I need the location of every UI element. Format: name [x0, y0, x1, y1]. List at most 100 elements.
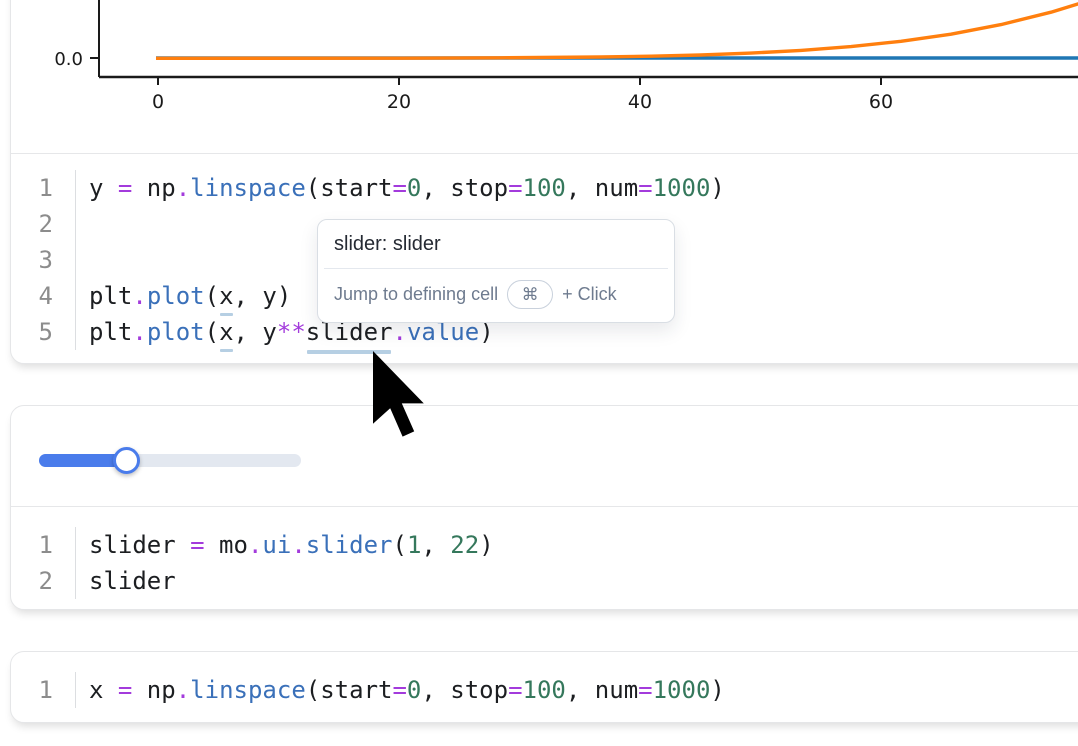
line-chart: 0.0 0204060	[11, 0, 1078, 153]
click-hint-label: + Click	[562, 284, 617, 305]
code-token: )	[710, 174, 724, 202]
code-token: 100	[523, 174, 566, 202]
code-token: 0	[407, 676, 421, 704]
svg-text:0: 0	[152, 91, 164, 113]
marimo-notebook: { "app": {"kind": "marimo reactive noteb…	[0, 0, 1078, 746]
code-token: , num	[566, 174, 638, 202]
jump-to-defining-cell-action[interactable]: Jump to defining cell ⌘ + Click	[318, 269, 674, 322]
code-token: ui	[262, 531, 291, 559]
code-token: plot	[147, 282, 205, 310]
series-orange-curve	[156, 0, 1078, 58]
line-number: 2	[11, 563, 75, 599]
slider-widget[interactable]	[39, 454, 301, 467]
code-token: , y)	[234, 282, 292, 310]
code-token: =	[392, 174, 406, 202]
code-token	[103, 676, 117, 704]
code-token[interactable]: x	[219, 314, 233, 350]
code-token: slider	[89, 567, 176, 595]
code-token: (start	[306, 676, 393, 704]
code-token: mo	[205, 531, 248, 559]
code-token: y	[89, 174, 103, 202]
x-tick-labels: 0204060	[152, 91, 893, 113]
line-number: 2	[11, 206, 75, 242]
code-token: (start	[306, 174, 393, 202]
code-lines: x = np.linspace(start=0, stop=100, num=1…	[76, 672, 725, 708]
mouse-cursor-icon	[373, 351, 425, 439]
code-token: =	[508, 174, 522, 202]
code-token: x	[89, 676, 103, 704]
line-number: 1	[11, 527, 75, 563]
code-token: =	[190, 531, 204, 559]
code-token: 0	[407, 174, 421, 202]
cmd-key-badge: ⌘	[507, 280, 553, 309]
code-token: np	[132, 174, 175, 202]
code-lines: slider = mo.ui.slider(1, 22)slider	[76, 527, 494, 599]
code-token: **	[277, 318, 306, 346]
line-number: 3	[11, 242, 75, 278]
code-token: linspace	[190, 174, 306, 202]
code-token: , stop	[421, 676, 508, 704]
line-number: 5	[11, 314, 75, 350]
code-editor[interactable]: 12 slider = mo.ui.slider(1, 22)slider	[11, 507, 1078, 611]
jump-action-label: Jump to defining cell	[334, 284, 498, 305]
code-token: .	[176, 676, 190, 704]
code-token: =	[638, 676, 652, 704]
code-token: , y	[234, 318, 277, 346]
slider-thumb[interactable]	[113, 447, 140, 474]
code-token: =	[508, 676, 522, 704]
code-token: .	[132, 282, 146, 310]
code-token: .	[248, 531, 262, 559]
cell-x-definition: 1 x = np.linspace(start=0, stop=100, num…	[10, 651, 1078, 723]
line-number: 1	[11, 170, 75, 206]
svg-text:20: 20	[387, 91, 411, 113]
svg-text:40: 40	[628, 91, 652, 113]
code-token: plt	[89, 318, 132, 346]
code-token: 1	[407, 531, 421, 559]
y-tick-labels: 0.0	[54, 49, 83, 70]
code-token: .	[176, 174, 190, 202]
code-line[interactable]: x = np.linspace(start=0, stop=100, num=1…	[89, 672, 725, 708]
code-token: =	[118, 174, 132, 202]
code-line[interactable]: y = np.linspace(start=0, stop=100, num=1…	[89, 170, 725, 206]
code-token: slider	[306, 531, 393, 559]
code-token: (	[205, 282, 219, 310]
code-token: =	[638, 174, 652, 202]
code-token[interactable]: x	[219, 278, 233, 314]
code-token: linspace	[190, 676, 306, 704]
code-editor[interactable]: 1 x = np.linspace(start=0, stop=100, num…	[11, 652, 1078, 722]
code-token: (	[392, 531, 406, 559]
code-token: =	[118, 676, 132, 704]
line-number-gutter: 1	[11, 672, 76, 708]
code-token: =	[392, 676, 406, 704]
cell-slider-and-code: 12 slider = mo.ui.slider(1, 22)slider	[10, 405, 1078, 610]
variable-tooltip: slider: slider Jump to defining cell ⌘ +…	[317, 219, 675, 323]
code-token: plt	[89, 282, 132, 310]
code-line[interactable]: slider	[89, 563, 494, 599]
code-token: (	[205, 318, 219, 346]
svg-text:0.0: 0.0	[54, 49, 83, 70]
line-number: 1	[11, 672, 75, 708]
command-icon: ⌘	[522, 285, 539, 305]
code-token: , stop	[421, 174, 508, 202]
code-token: 1000	[653, 174, 711, 202]
code-token: , num	[566, 676, 638, 704]
code-line[interactable]: slider = mo.ui.slider(1, 22)	[89, 527, 494, 563]
code-token: )	[710, 676, 724, 704]
line-number-gutter: 12	[11, 527, 76, 599]
code-token: )	[479, 531, 493, 559]
code-token: .	[132, 318, 146, 346]
code-token	[176, 531, 190, 559]
slider-output	[11, 406, 1078, 506]
code-token: 100	[523, 676, 566, 704]
tooltip-title: slider: slider	[318, 220, 674, 268]
line-number: 4	[11, 278, 75, 314]
code-token: plot	[147, 318, 205, 346]
code-token: ,	[421, 531, 450, 559]
code-token	[103, 174, 117, 202]
matplotlib-output: 0.0 0204060	[11, 0, 1078, 153]
code-token: slider	[89, 531, 176, 559]
code-token: np	[132, 676, 175, 704]
code-token: .	[291, 531, 305, 559]
line-number-gutter: 12345	[11, 170, 76, 350]
code-token: 1000	[653, 676, 711, 704]
